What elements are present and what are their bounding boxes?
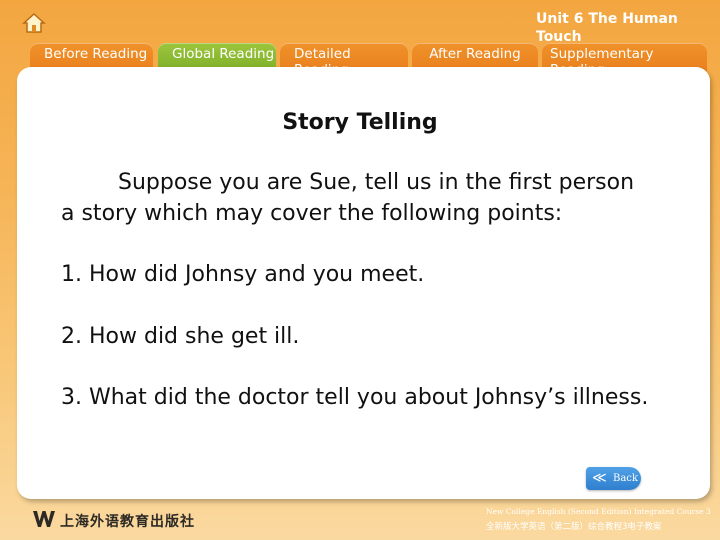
list-item: 2. How did she get ill. xyxy=(61,323,300,349)
publisher-name: 上海外语教育出版社 xyxy=(60,514,195,530)
page-title: Story Telling xyxy=(282,110,438,135)
back-label: Back xyxy=(613,473,638,484)
list-item: 1. How did Johnsy and you meet. xyxy=(61,262,425,287)
unit-title: Unit 6 The Human Touch xyxy=(536,11,678,45)
story-prompt: Suppose you are Sue, tell us in the firs… xyxy=(61,168,651,414)
tab-label: After Reading xyxy=(429,46,521,62)
course-title-en: New College English (Second Edition) Int… xyxy=(486,507,711,516)
double-chevron-left-icon: ≪ xyxy=(592,470,607,486)
course-title-zh: 全新版大学英语（第二版）综合教程3电子教案 xyxy=(486,522,662,532)
tab-label: Global Reading xyxy=(172,46,275,62)
intro-paragraph: Suppose you are Sue, tell us in the firs… xyxy=(61,170,635,226)
home-icon[interactable] xyxy=(22,12,46,34)
back-button[interactable]: ≪ Back xyxy=(586,467,641,490)
list-item: 3. What did the doctor tell you about Jo… xyxy=(61,385,649,410)
tab-label: Before Reading xyxy=(44,46,148,62)
publisher-logo xyxy=(32,508,56,530)
